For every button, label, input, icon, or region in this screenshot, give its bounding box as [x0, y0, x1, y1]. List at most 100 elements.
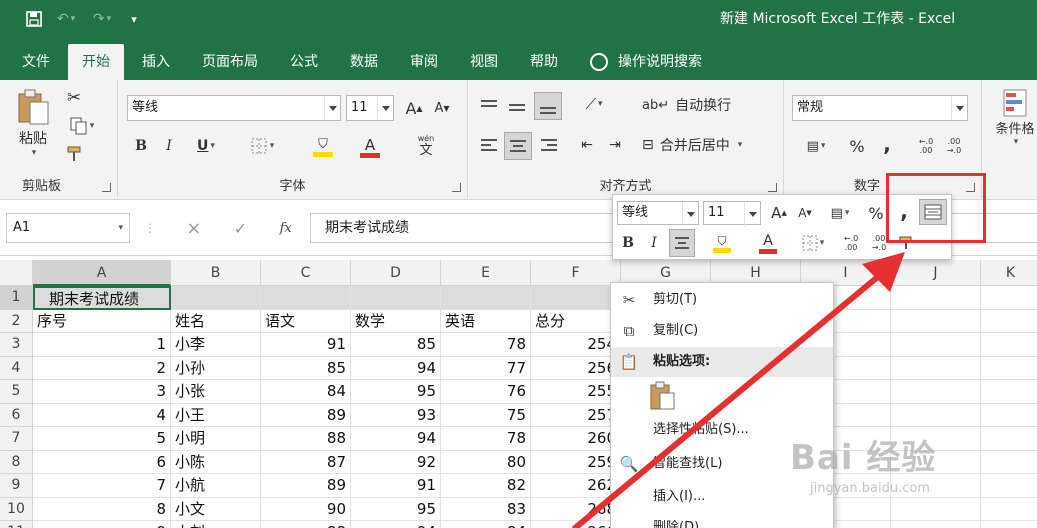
alignment-launcher-icon[interactable] — [768, 183, 777, 192]
increase-indent-button[interactable]: ⇥ — [604, 134, 626, 156]
cell[interactable] — [981, 521, 1037, 528]
tab-file[interactable]: 文件 — [8, 44, 64, 80]
cell[interactable]: 小孙 — [171, 356, 261, 380]
cell[interactable]: 82 — [441, 474, 531, 498]
cell[interactable] — [981, 310, 1037, 333]
cell[interactable]: 英语 — [441, 309, 531, 333]
cell[interactable] — [981, 427, 1037, 451]
cell[interactable] — [981, 357, 1037, 380]
grow-font-button[interactable]: A ▲ — [402, 96, 426, 120]
copy-icon[interactable]: ▾ — [62, 114, 102, 138]
cell[interactable]: 83 — [441, 497, 531, 521]
cell[interactable]: 89 — [261, 474, 351, 498]
row-header[interactable]: 4 — [0, 356, 33, 380]
mini-accounting-button[interactable]: ▤ ▾ — [819, 201, 861, 225]
cancel-icon[interactable]: × — [186, 218, 201, 239]
mini-fill-color-button[interactable]: ⛉ — [701, 229, 743, 257]
cell[interactable]: 268 — [531, 497, 621, 521]
cell[interactable] — [531, 286, 621, 310]
cell[interactable] — [981, 451, 1037, 474]
conditional-format-button[interactable]: 条件格 ▾ — [990, 88, 1037, 168]
cell[interactable]: 93 — [351, 403, 441, 427]
mini-center-button[interactable] — [669, 229, 695, 257]
merge-center-button[interactable]: ⊟ 合并后居中 ▾ — [642, 132, 772, 158]
font-launcher-icon[interactable] — [452, 183, 461, 192]
row-header[interactable]: 9 — [0, 474, 33, 498]
mini-grow-font-button[interactable]: A ▲ — [767, 201, 791, 225]
cell[interactable]: 87 — [261, 450, 351, 474]
mini-percent-button[interactable]: % — [865, 201, 887, 225]
row-header[interactable]: 10 — [0, 497, 33, 521]
row-header[interactable]: 1 — [0, 286, 33, 310]
align-top-button[interactable] — [478, 92, 500, 114]
cell[interactable]: 266 — [531, 521, 621, 528]
column-header[interactable]: B — [171, 260, 261, 286]
cell[interactable]: 260 — [531, 427, 621, 451]
cell[interactable]: 85 — [351, 333, 441, 357]
cell[interactable]: 95 — [351, 497, 441, 521]
column-header[interactable]: D — [351, 260, 441, 286]
cell[interactable] — [891, 497, 981, 521]
cell[interactable]: 6 — [33, 450, 171, 474]
column-header[interactable]: C — [261, 260, 351, 286]
menu-item-delete[interactable]: 删除(D) — [611, 513, 833, 528]
cell[interactable]: 5 — [33, 427, 171, 451]
menu-item-copy[interactable]: ⧉ 复制(C) — [611, 316, 833, 346]
cell[interactable] — [261, 286, 351, 310]
cell[interactable] — [981, 380, 1037, 404]
cell[interactable] — [441, 286, 531, 310]
mini-font-size-combo[interactable]: 11 — [703, 201, 761, 226]
fill-color-button[interactable]: ⛉ — [302, 134, 344, 160]
tell-me-search[interactable]: 操作说明搜索 — [576, 44, 716, 80]
cell[interactable] — [981, 474, 1037, 498]
select-all-corner[interactable] — [0, 260, 33, 286]
cell[interactable]: 90 — [261, 497, 351, 521]
font-name-combo[interactable]: 等线 — [127, 95, 341, 121]
cell[interactable]: 小刘 — [171, 521, 261, 528]
tab-home[interactable]: 开始 — [68, 44, 124, 80]
insert-function-icon[interactable]: fx — [280, 221, 292, 236]
cell[interactable]: 88 — [261, 427, 351, 451]
cell[interactable]: 91 — [261, 333, 351, 357]
cell[interactable] — [891, 380, 981, 404]
cell[interactable]: 255 — [531, 380, 621, 404]
italic-button[interactable]: I — [158, 134, 180, 158]
tab-insert[interactable]: 插入 — [128, 44, 184, 80]
row-header[interactable]: 6 — [0, 403, 33, 427]
cell[interactable] — [981, 333, 1037, 357]
align-middle-button[interactable] — [506, 96, 528, 118]
tab-review[interactable]: 审阅 — [396, 44, 452, 80]
cell[interactable]: 84 — [441, 521, 531, 528]
cell[interactable]: 3 — [33, 380, 171, 404]
name-box-grip[interactable]: ⋮ — [144, 220, 156, 236]
cell[interactable]: 92 — [351, 450, 441, 474]
tab-page-layout[interactable]: 页面布局 — [188, 44, 272, 80]
mini-font-name-combo[interactable]: 等线 — [617, 201, 699, 226]
mini-increase-decimal-button[interactable]: ←.0.00 — [839, 229, 863, 257]
cell[interactable]: 78 — [441, 333, 531, 357]
cell[interactable]: 姓名 — [171, 309, 261, 333]
cell[interactable]: 语文 — [261, 309, 351, 333]
mini-bold-button[interactable]: B — [617, 231, 639, 255]
row-header[interactable]: 11 — [0, 521, 33, 528]
align-center-button[interactable] — [504, 132, 532, 160]
align-right-button[interactable] — [538, 134, 560, 156]
column-header[interactable]: J — [891, 260, 981, 286]
cell[interactable]: 小明 — [171, 427, 261, 451]
cell[interactable]: 94 — [351, 427, 441, 451]
cell[interactable]: 75 — [441, 403, 531, 427]
cell[interactable]: 总分 — [531, 309, 621, 333]
cell[interactable] — [981, 286, 1037, 310]
cell[interactable] — [981, 498, 1037, 521]
cell[interactable]: 期末考试成绩 — [33, 286, 171, 310]
cell[interactable] — [891, 309, 981, 333]
cell[interactable]: 2 — [33, 356, 171, 380]
cell[interactable]: 1 — [33, 333, 171, 357]
number-format-combo[interactable]: 常规 — [792, 95, 968, 121]
cell[interactable] — [891, 286, 981, 310]
column-header[interactable]: F — [531, 260, 621, 286]
cell[interactable]: 8 — [33, 497, 171, 521]
column-header[interactable]: A — [33, 260, 171, 286]
orientation-button[interactable]: ⟋ ▾ — [574, 92, 614, 116]
row-header[interactable]: 3 — [0, 333, 33, 357]
